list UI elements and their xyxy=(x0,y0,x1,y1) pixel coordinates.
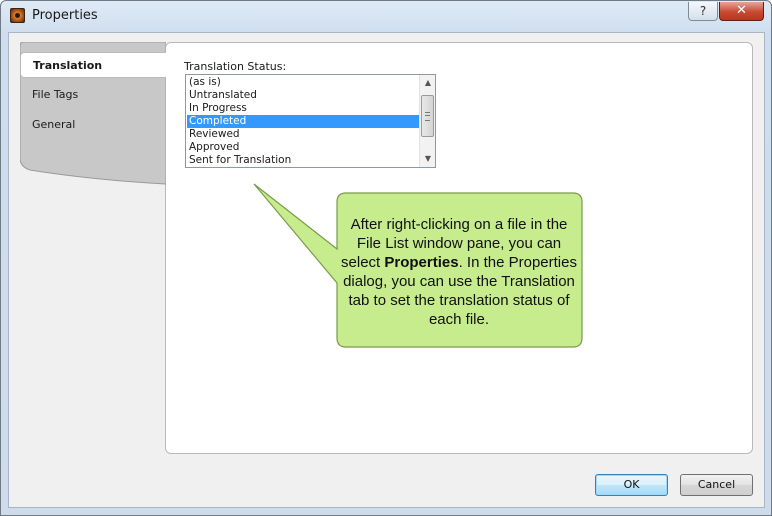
callout-text: After right-clicking on a file in the Fi… xyxy=(341,216,577,328)
cancel-button[interactable]: Cancel xyxy=(680,474,753,496)
properties-window: Properties ? ✕ Translation File Tags Gen… xyxy=(0,0,772,516)
ok-button[interactable]: OK xyxy=(595,474,668,496)
